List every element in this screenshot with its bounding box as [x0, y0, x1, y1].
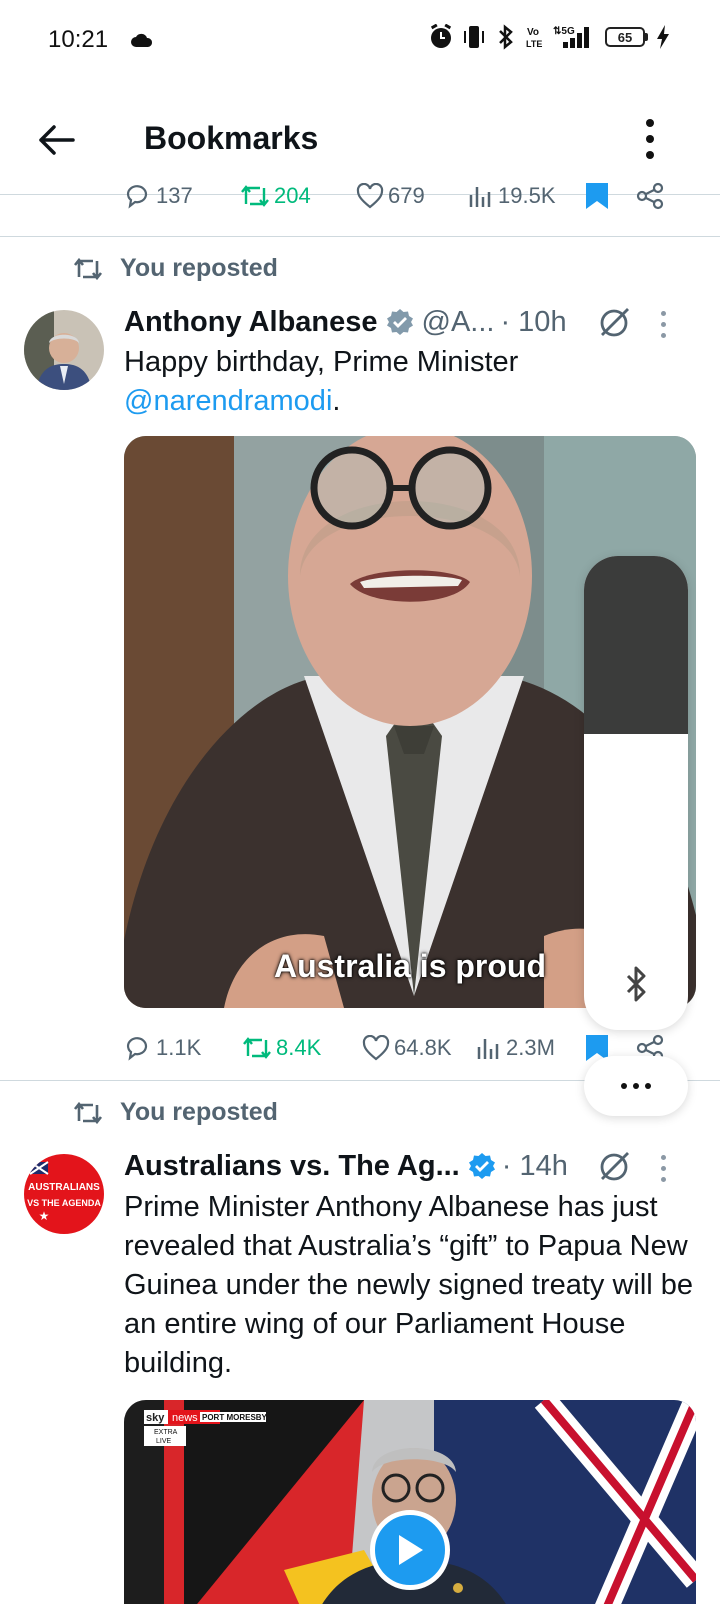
mention-link[interactable]: @narendramodi: [124, 385, 332, 417]
bluetooth-icon: [499, 24, 513, 50]
overflow-menu-button[interactable]: [630, 114, 670, 164]
play-icon: [399, 1535, 423, 1565]
back-button[interactable]: [34, 118, 78, 162]
tweet-time[interactable]: · 10h: [500, 306, 566, 339]
avatar-image: AUSTRALIANS VS THE AGENDA ★: [24, 1154, 104, 1234]
vibrate-icon: [464, 26, 484, 48]
svg-text:★: ★: [39, 1209, 50, 1223]
tweet-divider: [0, 236, 720, 237]
repost-icon: [241, 185, 269, 207]
repost-indicator: You reposted: [72, 1098, 278, 1127]
reply-button[interactable]: 137: [124, 176, 193, 216]
verified-badge-icon: [468, 1153, 495, 1179]
svg-text:Vo: Vo: [527, 27, 539, 38]
repost-button[interactable]: 204: [240, 176, 311, 216]
like-button[interactable]: 64.8K: [362, 1028, 452, 1068]
tweet-more-button[interactable]: [658, 1155, 668, 1182]
svg-text:AUSTRALIANS: AUSTRALIANS: [28, 1182, 100, 1193]
share-button[interactable]: [636, 176, 664, 216]
previous-tweet-actions: 137 204 679 19.5K: [124, 176, 684, 216]
verified-badge-icon: [386, 309, 413, 335]
views-icon: [477, 1039, 499, 1059]
repost-icon: [243, 1037, 271, 1059]
tweet-more-button[interactable]: [658, 311, 668, 338]
heart-icon: [356, 183, 384, 209]
svg-text:PORT MORESBY: PORT MORESBY: [202, 1413, 268, 1422]
svg-text:sky: sky: [146, 1412, 165, 1424]
views-icon: [469, 187, 491, 207]
like-button[interactable]: 679: [356, 176, 425, 216]
svg-text:LIVE: LIVE: [156, 1438, 172, 1445]
bluetooth-icon: [626, 966, 646, 1002]
svg-text:news: news: [172, 1412, 198, 1424]
alarm-icon: [430, 24, 452, 48]
svg-text:⇅5G: ⇅5G: [553, 26, 575, 37]
avatar[interactable]: [24, 310, 104, 390]
avatar[interactable]: AUSTRALIANS VS THE AGENDA ★: [24, 1154, 104, 1234]
share-icon: [636, 182, 664, 210]
avatar-image: [24, 310, 104, 390]
signal-icon: ⇅5G: [553, 26, 589, 48]
reply-icon: [126, 185, 148, 209]
repost-button[interactable]: 8.4K: [242, 1028, 321, 1068]
bookmark-button[interactable]: [584, 176, 610, 216]
tweet-time[interactable]: · 14h: [502, 1150, 568, 1183]
status-time: 10:21: [48, 26, 109, 53]
volume-level-fill: [584, 556, 688, 734]
status-bar: 10:21 Vo LTE ⇅5G 65: [0, 0, 720, 82]
volte-icon: Vo LTE: [526, 27, 542, 49]
top-app-bar: Bookmarks: [0, 96, 720, 186]
volume-slider[interactable]: [584, 556, 688, 1030]
tweet-text: Happy birthday, Prime Minister @narendra…: [124, 346, 519, 417]
repost-icon: [73, 1101, 103, 1124]
tweet-text: Prime Minister Anthony Albanese has just…: [124, 1191, 694, 1379]
battery-indicator: 65: [605, 27, 648, 47]
grok-icon[interactable]: [598, 305, 632, 339]
author-name[interactable]: Anthony Albanese: [124, 306, 378, 339]
bookmark-filled-icon: [586, 183, 608, 209]
cloud-icon: [131, 33, 153, 47]
reply-button[interactable]: 1.1K: [124, 1028, 201, 1068]
play-button[interactable]: [370, 1510, 450, 1590]
reply-icon: [126, 1037, 148, 1061]
back-arrow-icon: [39, 125, 75, 155]
grok-icon[interactable]: [598, 1149, 632, 1183]
author-name[interactable]: Australians vs. The Ag...: [124, 1150, 460, 1183]
views-button[interactable]: 2.3M: [476, 1028, 555, 1068]
page-title: Bookmarks: [144, 120, 319, 156]
svg-text:LTE: LTE: [526, 39, 542, 49]
volume-more-button[interactable]: [584, 1056, 688, 1116]
status-icons: Vo LTE ⇅5G 65: [429, 24, 670, 50]
svg-text:EXTRA: EXTRA: [154, 1429, 178, 1436]
charging-icon: [657, 25, 669, 49]
views-button[interactable]: 19.5K: [468, 176, 556, 216]
repost-indicator: You reposted: [72, 254, 278, 283]
repost-icon: [73, 257, 103, 280]
heart-icon: [362, 1035, 390, 1061]
svg-text:VS THE AGENDA: VS THE AGENDA: [27, 1198, 101, 1208]
author-handle[interactable]: @A...: [422, 306, 495, 339]
